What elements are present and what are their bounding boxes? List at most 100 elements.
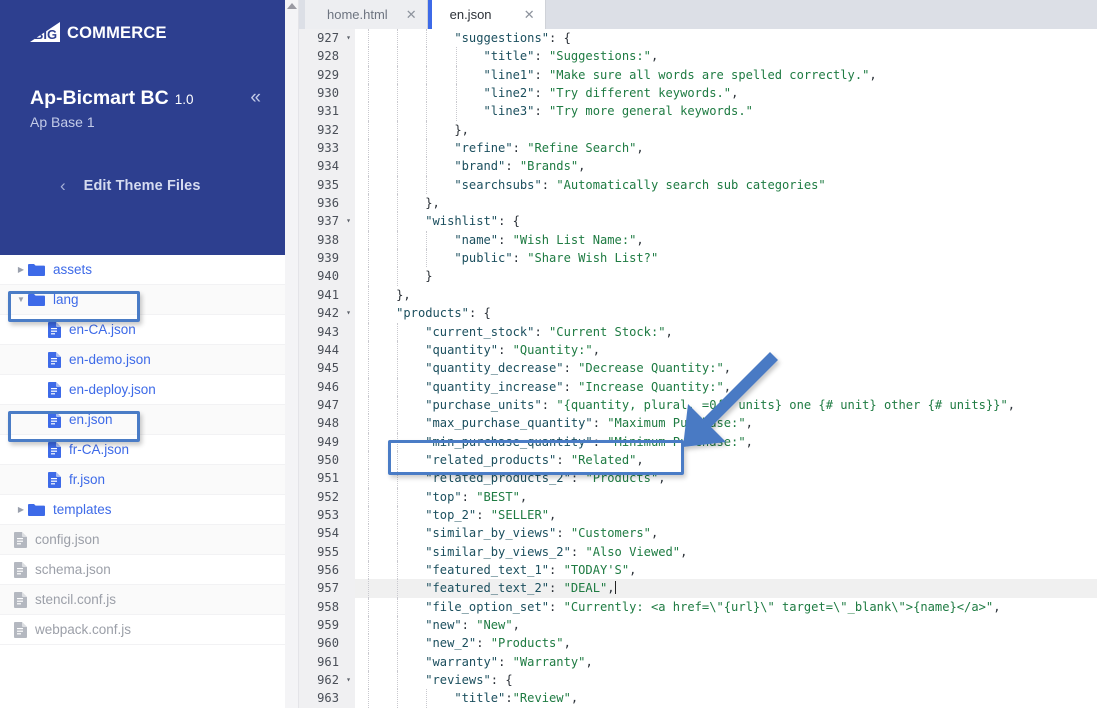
code-line-text: "max_purchase_quantity": "Maximum Purcha… bbox=[355, 414, 1097, 433]
tree-item-en-json[interactable]: en.json bbox=[0, 405, 285, 435]
code-line[interactable]: 927 ▾ "suggestions": { bbox=[299, 29, 1097, 48]
tree-item-label: fr-CA.json bbox=[69, 442, 130, 457]
code-line[interactable]: 936 }, bbox=[299, 194, 1097, 213]
code-line-text: "related_products_2": "Products", bbox=[355, 469, 1097, 488]
code-line-text: "refine": "Refine Search", bbox=[355, 139, 1097, 158]
code-line-text: } bbox=[355, 267, 1097, 286]
code-line[interactable]: 947 "purchase_units": "{quantity, plural… bbox=[299, 395, 1097, 415]
code-line-text: "suggestions": { bbox=[355, 29, 1097, 48]
chevron-left-icon: ‹ bbox=[60, 176, 66, 196]
svg-text:BIG: BIG bbox=[34, 27, 57, 42]
tree-item-stencil-conf-js[interactable]: stencil.conf.js bbox=[0, 585, 285, 615]
double-chevron-left-icon[interactable]: « bbox=[250, 88, 261, 107]
file-icon bbox=[48, 441, 61, 458]
code-line[interactable]: 929 "line1": "Make sure all words are sp… bbox=[299, 65, 1097, 85]
code-line[interactable]: 953 "top_2": "SELLER", bbox=[299, 505, 1097, 525]
code-line[interactable]: 946 "quantity_increase": "Increase Quant… bbox=[299, 377, 1097, 396]
editor-tab-en-json[interactable]: en.json ✕ bbox=[427, 0, 546, 29]
code-line[interactable]: 932 }, bbox=[299, 120, 1097, 140]
editor-tab-home-html[interactable]: home.html ✕ bbox=[305, 0, 428, 29]
file-tree: ▶ assets ▼ lang en-CA.json en-demo.json en-dep… bbox=[0, 255, 285, 645]
code-line[interactable]: 955 "similar_by_views_2": "Also Viewed", bbox=[299, 542, 1097, 561]
code-line[interactable]: 961 "warranty": "Warranty", bbox=[299, 652, 1097, 672]
fold-toggle-icon[interactable]: ▾ bbox=[346, 304, 351, 322]
code-line[interactable]: 963 "title":"Review", bbox=[299, 689, 1097, 708]
code-line[interactable]: 942 ▾ "products": { bbox=[299, 304, 1097, 323]
code-line-text: "quantity_decrease": "Decrease Quantity:… bbox=[355, 359, 1097, 378]
code-line[interactable]: 952 "top": "BEST", bbox=[299, 487, 1097, 506]
tree-item-lang[interactable]: ▼ lang bbox=[0, 285, 285, 315]
code-line[interactable]: 937 ▾ "wishlist": { bbox=[299, 212, 1097, 231]
tree-item-fr-json[interactable]: fr.json bbox=[0, 465, 285, 495]
line-number: 930 bbox=[299, 84, 355, 103]
tree-item-fr-ca-json[interactable]: fr-CA.json bbox=[0, 435, 285, 465]
code-line[interactable]: 960 "new_2": "Products", bbox=[299, 634, 1097, 653]
file-icon bbox=[14, 621, 27, 638]
tree-item-en-ca-json[interactable]: en-CA.json bbox=[0, 315, 285, 345]
code-line-text: "related_products": "Related", bbox=[355, 450, 1097, 470]
close-icon[interactable]: ✕ bbox=[524, 8, 535, 21]
code-line[interactable]: 945 "quantity_decrease": "Decrease Quant… bbox=[299, 359, 1097, 378]
code-line[interactable]: 940 } bbox=[299, 267, 1097, 286]
code-line[interactable]: 950 "related_products": "Related", bbox=[299, 450, 1097, 470]
tree-item-en-demo-json[interactable]: en-demo.json bbox=[0, 345, 285, 375]
code-line-text: "new_2": "Products", bbox=[355, 634, 1097, 653]
tree-item-templates[interactable]: ▶ templates bbox=[0, 495, 285, 525]
code-area[interactable]: 927 ▾ "suggestions": {928 "title": "Sugge… bbox=[299, 29, 1097, 708]
code-line[interactable]: 954 "similar_by_views": "Customers", bbox=[299, 524, 1097, 543]
file-icon bbox=[14, 561, 27, 578]
tree-item-label: stencil.conf.js bbox=[35, 592, 117, 607]
code-line[interactable]: 958 "file_option_set": "Currently: <a hr… bbox=[299, 597, 1097, 616]
code-line[interactable]: 941 }, bbox=[299, 285, 1097, 305]
tree-item-label: en-CA.json bbox=[69, 322, 136, 337]
chevron-down-icon[interactable]: ▼ bbox=[14, 295, 28, 304]
code-line-text: "name": "Wish List Name:", bbox=[355, 230, 1097, 250]
code-line[interactable]: 943 "current_stock": "Current Stock:", bbox=[299, 322, 1097, 341]
code-line[interactable]: 962 ▾ "reviews": { bbox=[299, 671, 1097, 690]
theme-title: Ap-Bicmart BC 1.0 bbox=[30, 87, 261, 109]
code-line[interactable]: 948 "max_purchase_quantity": "Maximum Pu… bbox=[299, 414, 1097, 433]
fold-toggle-icon[interactable]: ▾ bbox=[346, 212, 351, 230]
code-line-text: "wishlist": { bbox=[355, 212, 1097, 231]
code-line[interactable]: 938 "name": "Wish List Name:", bbox=[299, 230, 1097, 250]
code-line[interactable]: 944 "quantity": "Quantity:", bbox=[299, 340, 1097, 360]
code-line[interactable]: 951 "related_products_2": "Products", bbox=[299, 469, 1097, 488]
tree-item-schema-json[interactable]: schema.json bbox=[0, 555, 285, 585]
fold-toggle-icon[interactable]: ▾ bbox=[346, 671, 351, 689]
fold-toggle-icon[interactable]: ▾ bbox=[346, 29, 351, 47]
line-number: 941 bbox=[299, 285, 355, 305]
code-line[interactable]: 931 "line3": "Try more general keywords.… bbox=[299, 102, 1097, 121]
tree-item-assets[interactable]: ▶ assets bbox=[0, 255, 285, 285]
code-line[interactable]: 934 "brand": "Brands", bbox=[299, 157, 1097, 176]
editor-vertical-scrollbar[interactable] bbox=[285, 0, 299, 708]
code-editor-pane: home.html ✕ en.json ✕ 927 ▾ "suggestions": {… bbox=[285, 0, 1097, 708]
tree-item-label: webpack.conf.js bbox=[35, 622, 132, 637]
scroll-up-arrow-icon[interactable] bbox=[287, 3, 297, 9]
code-line[interactable]: 933 "refine": "Refine Search", bbox=[299, 139, 1097, 158]
line-number: 928 bbox=[299, 47, 355, 66]
file-icon bbox=[48, 381, 61, 398]
chevron-right-icon[interactable]: ▶ bbox=[14, 505, 28, 514]
tree-item-config-json[interactable]: config.json bbox=[0, 525, 285, 555]
code-line-text: "quantity": "Quantity:", bbox=[355, 340, 1097, 360]
code-line[interactable]: 956 "featured_text_1": "TODAY'S", bbox=[299, 560, 1097, 580]
file-icon bbox=[48, 471, 61, 488]
code-line[interactable]: 930 "line2": "Try different keywords.", bbox=[299, 84, 1097, 103]
code-line-text: "searchsubs": "Automatically search sub … bbox=[355, 175, 1097, 195]
line-number: 932 bbox=[299, 120, 355, 140]
edit-theme-files-nav[interactable]: ‹ Edit Theme Files bbox=[30, 177, 261, 194]
theme-version: 1.0 bbox=[174, 92, 194, 107]
code-line[interactable]: 928 "title": "Suggestions:", bbox=[299, 47, 1097, 66]
code-line[interactable]: 949 "min_purchase_quantity": "Minimum Pu… bbox=[299, 432, 1097, 451]
code-line[interactable]: 959 "new": "New", bbox=[299, 616, 1097, 635]
code-line[interactable]: 957 "featured_text_2": "DEAL", bbox=[299, 579, 1097, 598]
code-line[interactable]: 939 "public": "Share Wish List?" bbox=[299, 249, 1097, 268]
chevron-right-icon[interactable]: ▶ bbox=[14, 265, 28, 274]
line-number: 946 bbox=[299, 377, 355, 396]
code-line[interactable]: 935 "searchsubs": "Automatically search … bbox=[299, 175, 1097, 195]
tree-item-en-deploy-json[interactable]: en-deploy.json bbox=[0, 375, 285, 405]
tree-item-webpack-conf-js[interactable]: webpack.conf.js bbox=[0, 615, 285, 645]
code-lines[interactable]: 927 ▾ "suggestions": {928 "title": "Sugge… bbox=[299, 29, 1097, 708]
close-icon[interactable]: ✕ bbox=[406, 8, 417, 21]
code-line-text: "top": "BEST", bbox=[355, 487, 1097, 506]
